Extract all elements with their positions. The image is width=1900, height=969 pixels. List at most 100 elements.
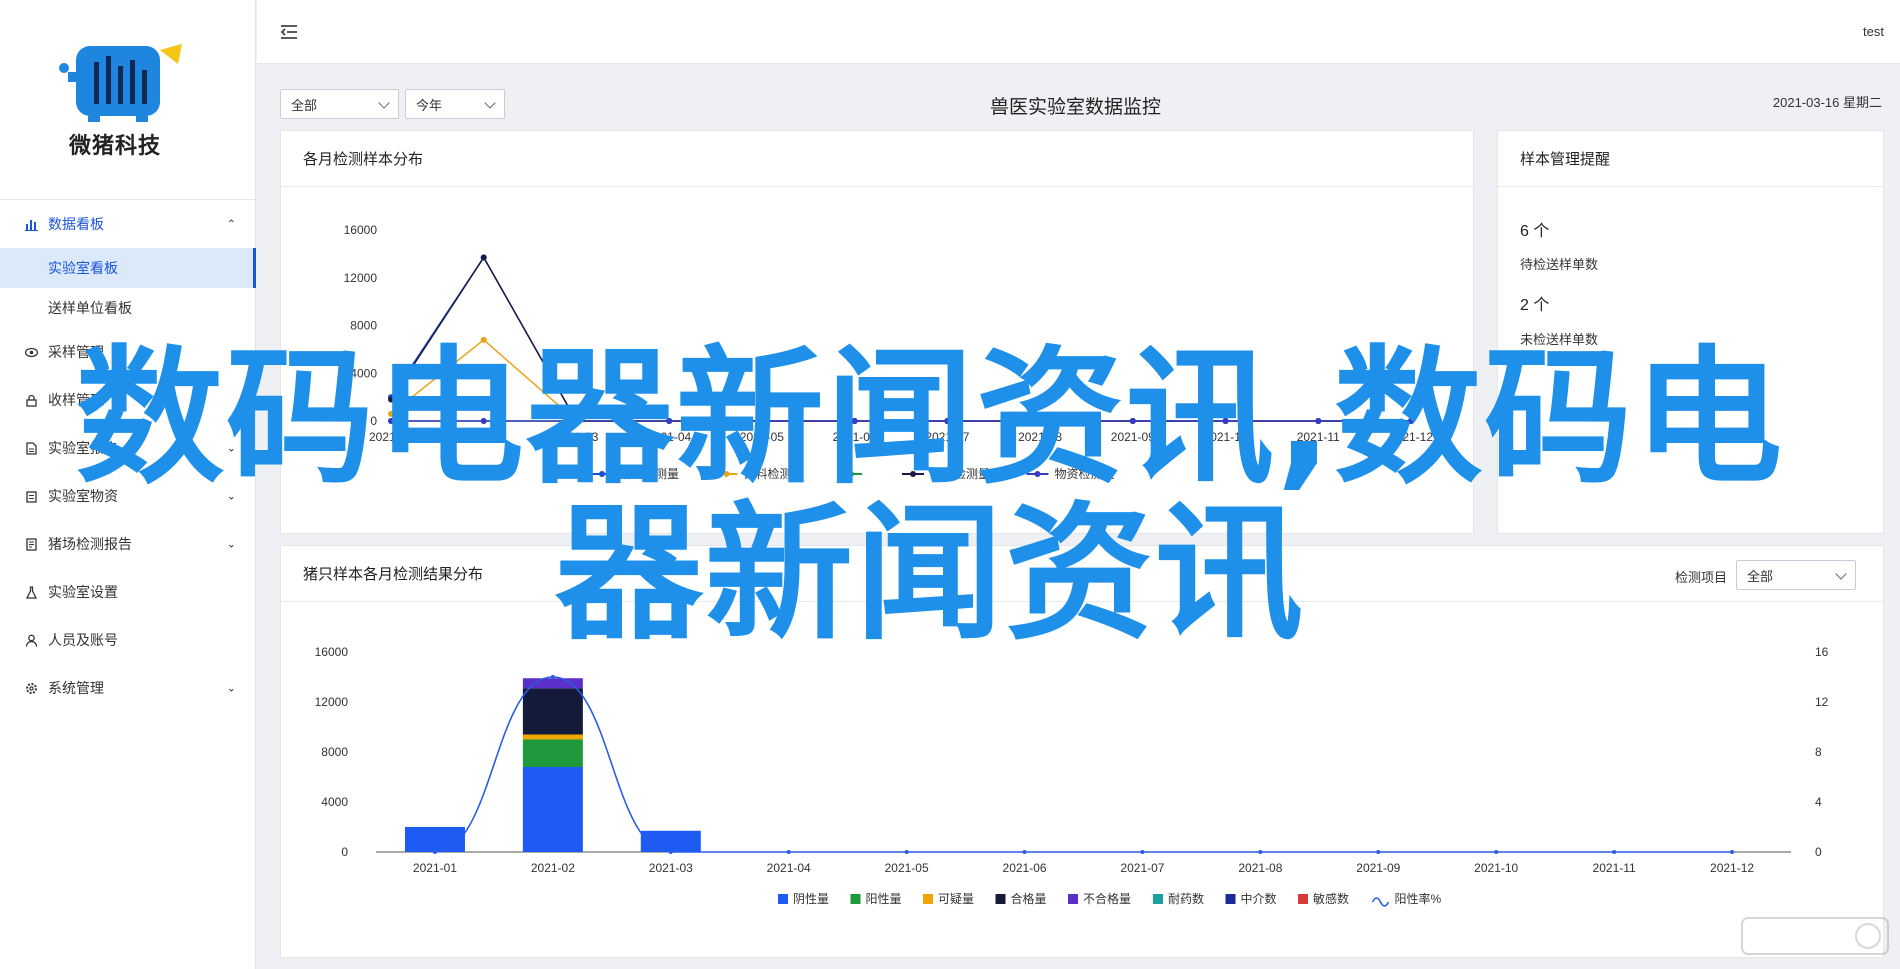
x-tick-label: 2021-09	[1111, 430, 1155, 444]
y-tick-label: 0	[370, 414, 377, 428]
rate-point	[432, 850, 437, 854]
sidebar-item-receiving[interactable]: 收样管理	[0, 376, 256, 424]
x-tick-label: 2021-03	[649, 861, 693, 875]
legend-label: 阳性率%	[1395, 891, 1442, 906]
rate-point	[1140, 850, 1145, 854]
x-tick-label: 2021-10	[1204, 430, 1248, 444]
sidebar-item-label: 实验室设置	[48, 584, 118, 600]
legend-swatch	[778, 894, 788, 904]
rate-point	[1494, 850, 1499, 854]
legend-label: 合格量	[1011, 891, 1047, 906]
x-tick-label: 2021-06	[1003, 861, 1047, 875]
legend-label: 阳性量	[866, 892, 902, 906]
top-header: test	[257, 0, 1900, 64]
sidebar-item-dashboard[interactable]: 数据看板 ⌃	[0, 200, 256, 248]
menu-fold-icon[interactable]	[279, 22, 299, 42]
legend-label: 可疑量	[938, 891, 974, 906]
results-distribution-chart: 0 4000 8000 12000 16000 0 4 8 12 16 2021-01 2021-02…	[315, 645, 1829, 907]
user-menu[interactable]: test	[1863, 24, 1884, 39]
sidebar-item-label: 数据看板	[48, 216, 104, 232]
legend-swatch	[1298, 894, 1308, 904]
scope-select[interactable]: 全部	[280, 89, 399, 119]
test-item-select-value: 全部	[1747, 568, 1774, 584]
x-tick-label: 2021-08	[1018, 430, 1062, 444]
x-tick-label: 2021-08	[1238, 861, 1282, 875]
series-line	[390, 338, 1411, 422]
rate-point	[786, 850, 791, 854]
legend-swatch-dot	[723, 471, 730, 477]
y2-tick-label: 12	[1815, 695, 1829, 709]
x-tick-label: 2021-05	[885, 861, 929, 875]
data-point	[1315, 418, 1322, 424]
gear-icon	[24, 681, 38, 695]
chevron-down-icon: ⌄	[226, 490, 236, 503]
sidebar-item-lab-report[interactable]: 实验室报告 ⌄	[0, 424, 256, 472]
y-tick-label: 8000	[350, 319, 377, 333]
chevron-down-icon	[1835, 568, 1847, 580]
sidebar-item-users[interactable]: 人员及账号	[0, 616, 256, 664]
test-item-select[interactable]: 全部	[1736, 560, 1856, 590]
data-point	[480, 336, 487, 343]
x-tick-label: 2021-06	[833, 430, 877, 444]
data-point	[480, 418, 487, 424]
data-point	[388, 410, 394, 417]
sidebar-item-label: 系统管理	[48, 680, 104, 696]
document-icon	[24, 441, 38, 455]
panel-title: 猪只样本各月检测结果分布	[281, 546, 1883, 602]
x-tick-label: 2021-03	[554, 430, 598, 444]
bar-chart-icon	[24, 217, 38, 231]
rate-point	[1258, 850, 1263, 854]
sidebar-item-system[interactable]: 系统管理 ⌄	[0, 664, 256, 712]
y2-tick-label: 16	[1815, 645, 1829, 659]
sidebar: 微猪科技 数据看板 ⌃ 实验室看板 送样单位看板 采样管理 收样管理 实验室报告…	[0, 0, 256, 969]
monthly-samples-panel: 各月检测样本分布 0 4000 8000 12000 16000 2021-01 2021-…	[280, 130, 1474, 534]
bar-segment	[522, 767, 583, 852]
data-point	[1222, 418, 1229, 424]
legend-swatch-dot	[848, 471, 854, 477]
bar-segment	[404, 827, 465, 852]
sidebar-item-label: 实验室报告	[48, 440, 118, 456]
x-tick-label: 2021-11	[1593, 861, 1636, 875]
sidebar-subitem-lab-board[interactable]: 实验室看板	[0, 248, 256, 288]
legend-swatch-dot	[1034, 471, 1041, 477]
data-point	[758, 418, 765, 424]
y-tick-label: 12000	[315, 695, 349, 709]
pending-orders-label: 待检送样单数	[1520, 257, 1599, 272]
y-tick-label: 4000	[321, 795, 348, 809]
x-tick-label: 2021-01	[369, 430, 413, 444]
brand-name: 微猪科技	[68, 133, 161, 158]
x-tick-label: 2021-02	[531, 861, 575, 875]
sidebar-item-lab-settings[interactable]: 实验室设置	[0, 568, 256, 616]
legend-swatch	[850, 894, 861, 904]
sidebar-item-lab-supplies[interactable]: 实验室物资 ⌄	[0, 472, 256, 520]
x-tick-label: 2021-05	[740, 430, 784, 444]
flask-icon	[24, 585, 38, 599]
data-point	[1408, 418, 1414, 424]
data-point	[666, 418, 673, 424]
legend-label: 饲料检测量	[744, 466, 804, 481]
rate-point	[904, 850, 909, 854]
bar-segment	[522, 688, 583, 735]
sidebar-item-farm-report[interactable]: 猪场检测报告 ⌄	[0, 520, 256, 568]
chevron-down-icon: ⌄	[226, 682, 236, 695]
monthly-samples-chart: 0 4000 8000 12000 16000 2021-01 2021-02 2021-03…	[344, 223, 1434, 481]
y2-tick-label: 4	[1815, 795, 1822, 809]
x-tick-label: 2021-07	[1120, 861, 1164, 875]
x-tick-label: 2021-12	[1710, 861, 1754, 875]
corner-watermark-logo	[1740, 912, 1890, 963]
legend-label: 耐药数	[1168, 891, 1204, 906]
y2-tick-label: 8	[1815, 745, 1822, 759]
data-point	[573, 418, 580, 424]
chevron-down-icon	[484, 97, 496, 109]
x-tick-label: 2021-04	[647, 430, 691, 444]
period-select[interactable]: 今年	[405, 89, 505, 119]
sidebar-item-sampling[interactable]: 采样管理	[0, 328, 256, 376]
sidebar-subitem-sender-board[interactable]: 送样单位看板	[0, 288, 256, 328]
rate-point	[1022, 850, 1027, 854]
legend-label: 人员检测量	[930, 466, 990, 481]
sidebar-item-label: 猪场检测报告	[48, 536, 132, 552]
legend-swatch	[1068, 894, 1078, 904]
sidebar-nav: 数据看板 ⌃ 实验室看板 送样单位看板 采样管理 收样管理 实验室报告 ⌄ 实验…	[0, 200, 256, 712]
legend-label: 敏感数	[1313, 891, 1349, 906]
rate-point	[1612, 850, 1617, 854]
